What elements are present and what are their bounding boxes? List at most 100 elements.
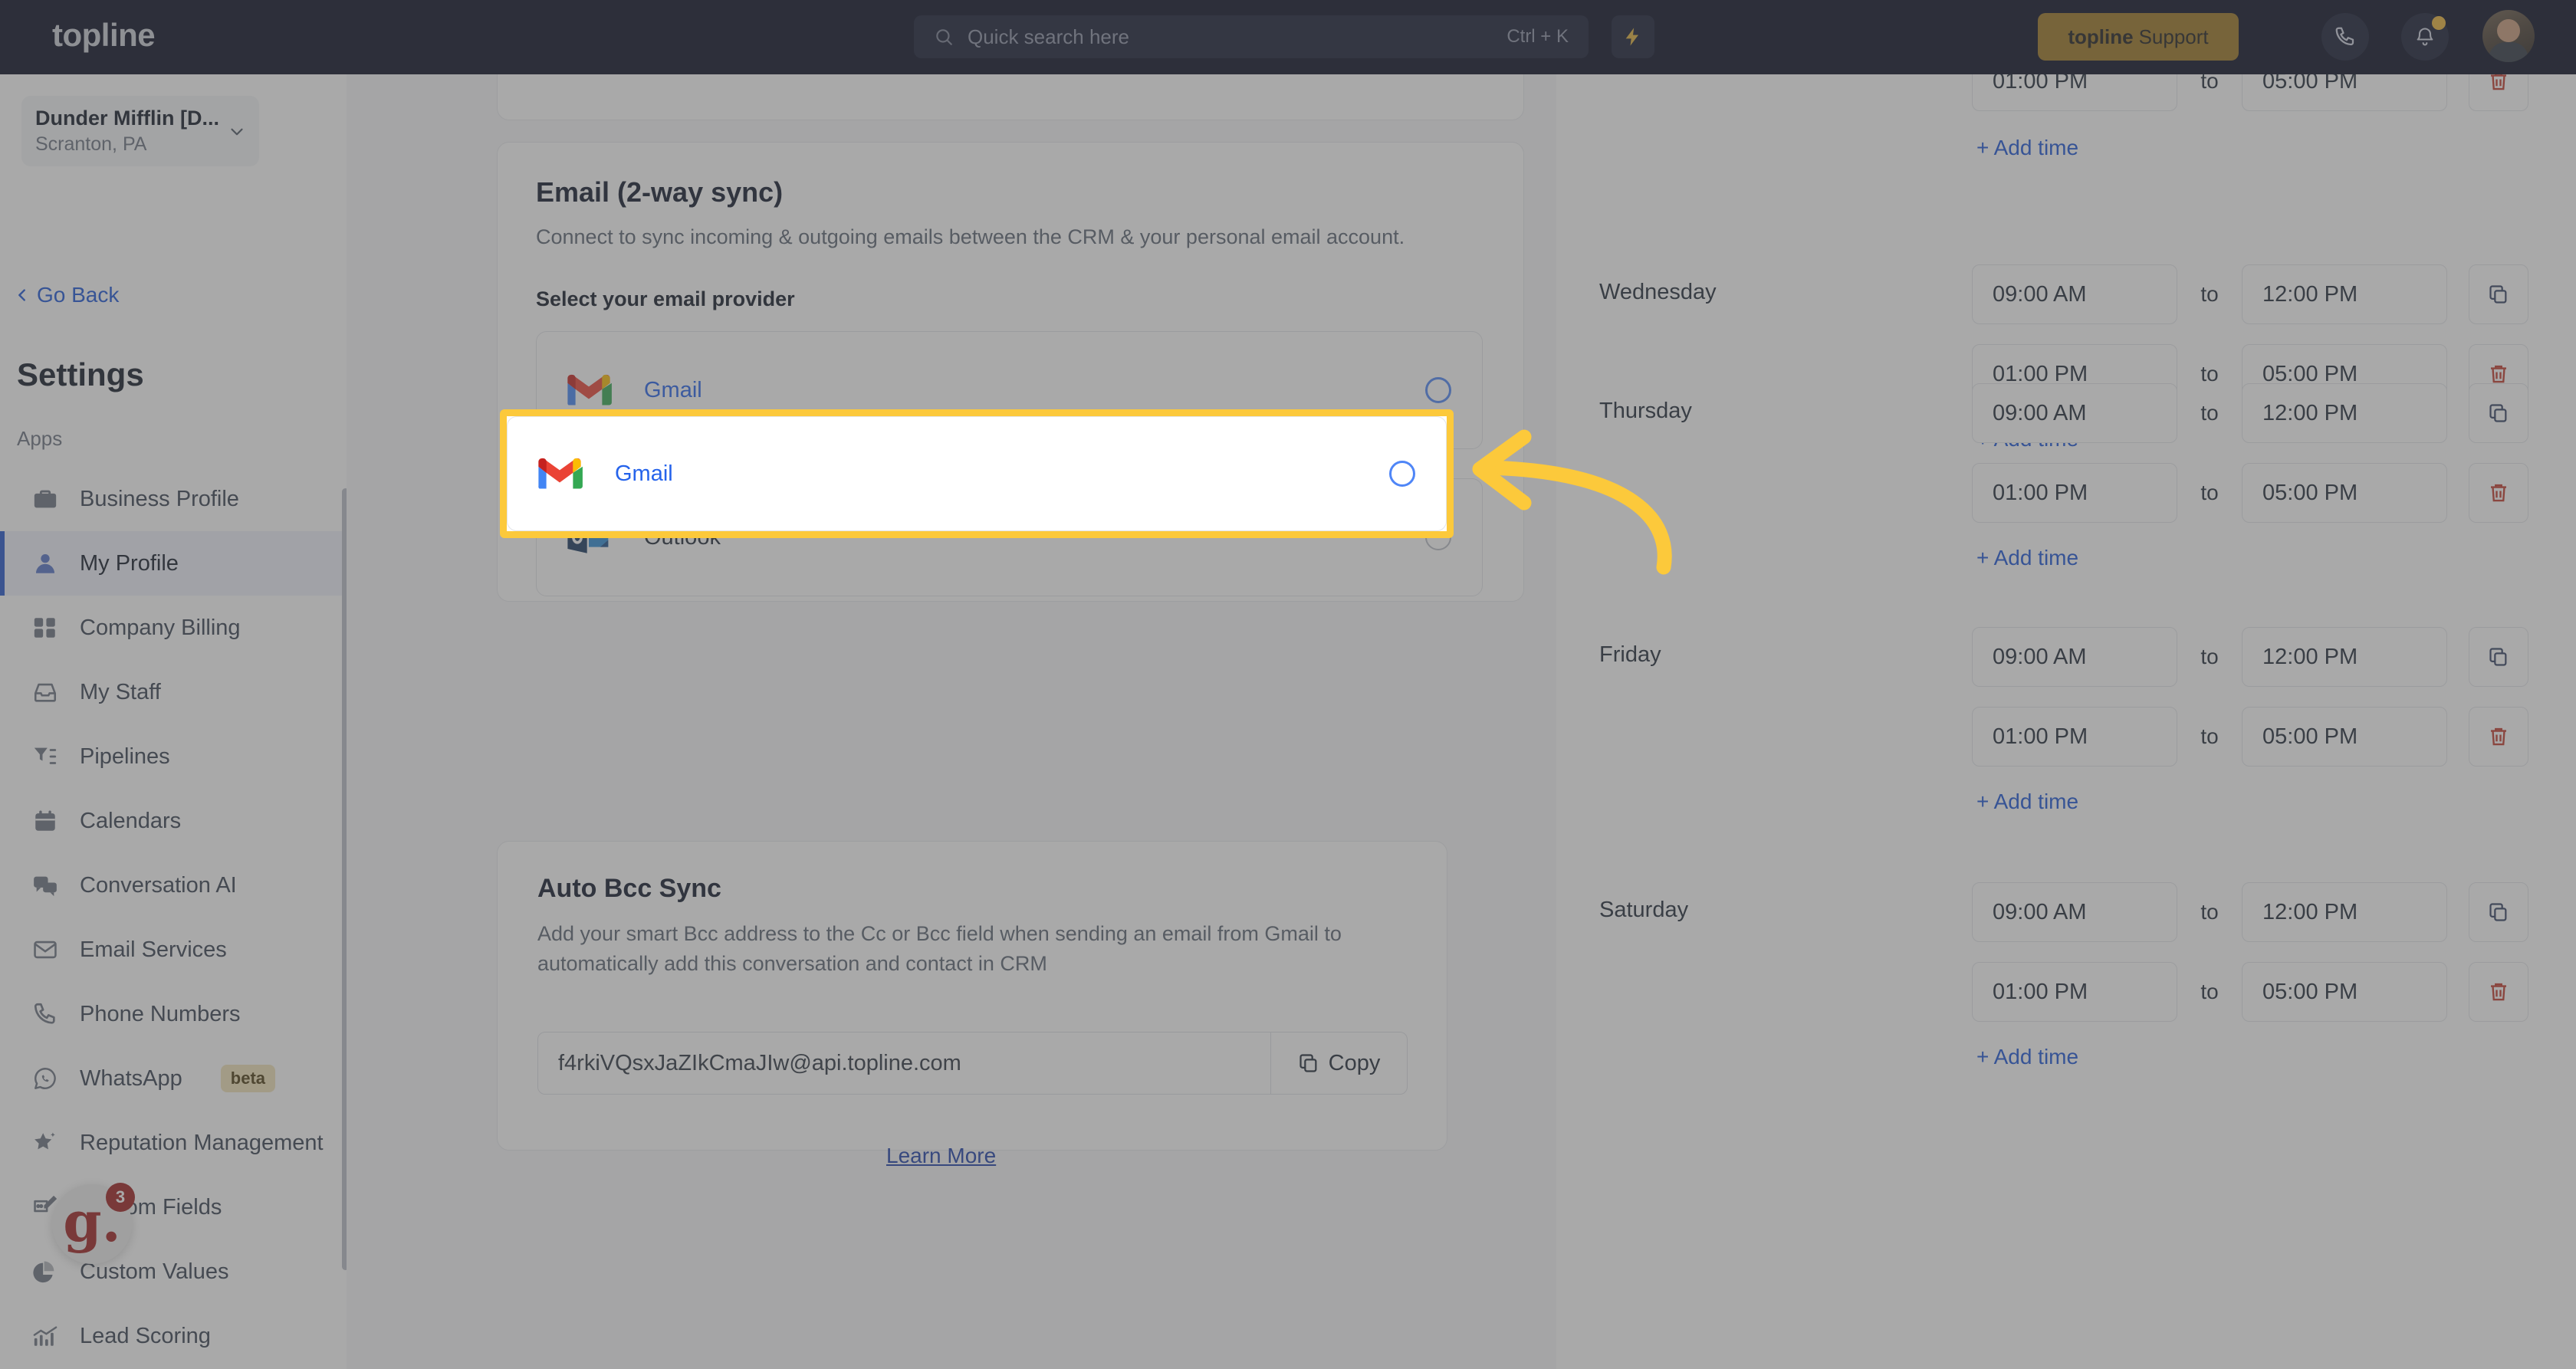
end-time-field[interactable]: 12:00 PM	[2242, 383, 2447, 443]
top-navigation-bar: topline Quick search here Ctrl + K topli…	[0, 0, 2576, 74]
start-time-field[interactable]: 01:00 PM	[1972, 463, 2177, 523]
time-row: 01:00 PM to 05:00 PM	[1972, 707, 2528, 767]
copy-label: Copy	[1328, 1050, 1381, 1075]
end-time-field[interactable]: 05:00 PM	[2242, 463, 2447, 523]
app-logo[interactable]: topline	[52, 17, 156, 54]
duplicate-time-button[interactable]	[2469, 264, 2528, 324]
start-time-field[interactable]: 09:00 AM	[1972, 383, 2177, 443]
duplicate-time-button[interactable]	[2469, 627, 2528, 687]
support-brand-text: topline	[2068, 25, 2134, 48]
end-time-field[interactable]: 05:00 PM	[2242, 707, 2447, 767]
org-switcher[interactable]: Dunder Mifflin [D... Scranton, PA	[21, 96, 259, 166]
to-label: to	[2200, 481, 2219, 504]
end-time-field[interactable]: 12:00 PM	[2242, 882, 2447, 942]
go-back-label: Go Back	[37, 283, 120, 307]
end-time-field[interactable]: 05:00 PM	[2242, 74, 2447, 111]
provider-radio-gmail[interactable]	[1389, 461, 1415, 487]
sidebar-item-conversation-ai[interactable]: Conversation AI	[0, 853, 347, 918]
sidebar-item-label: Business Profile	[80, 486, 239, 511]
end-time-field[interactable]: 05:00 PM	[2242, 962, 2447, 1022]
provider-radio-gmail[interactable]	[1425, 377, 1451, 404]
bcc-address-field[interactable]: f4rkiVQsxJaZIkCmaJIw@api.topline.com	[538, 1032, 1270, 1094]
start-time-field[interactable]: 01:00 PM	[1972, 74, 2177, 111]
add-time-button[interactable]: + Add time	[1976, 790, 2078, 814]
avatar[interactable]	[2482, 10, 2535, 62]
sidebar-item-whatsapp[interactable]: WhatsApp beta	[0, 1046, 347, 1111]
duplicate-time-button[interactable]	[2469, 383, 2528, 443]
sidebar-item-my-staff[interactable]: My Staff	[0, 660, 347, 724]
add-time-button[interactable]: + Add time	[1976, 546, 2078, 570]
sidebar-item-email-services[interactable]: Email Services	[0, 918, 347, 982]
org-name: Dunder Mifflin [D...	[35, 107, 219, 130]
sidebar-item-business-profile[interactable]: Business Profile	[0, 467, 347, 531]
chevron-left-icon	[18, 289, 25, 301]
add-time-button[interactable]: + Add time	[1976, 136, 2078, 160]
sidebar-item-company-billing[interactable]: Company Billing	[0, 596, 347, 660]
email-card-title: Email (2-way sync)	[536, 176, 784, 208]
sidebar-item-my-profile[interactable]: My Profile	[0, 531, 347, 596]
start-time-field[interactable]: 09:00 AM	[1972, 264, 2177, 324]
bcc-card-description: Add your smart Bcc address to the Cc or …	[537, 922, 1342, 976]
go-back-button[interactable]: Go Back	[14, 283, 119, 307]
status-badge: beta	[220, 1065, 276, 1092]
quick-actions-button[interactable]	[1612, 15, 1654, 58]
email-card-subtitle: Connect to sync incoming & outgoing emai…	[536, 225, 1405, 248]
sidebar-item-label: Email Services	[80, 937, 227, 962]
sidebar-scrollbar[interactable]	[342, 488, 347, 1270]
sidebar-item-phone-numbers[interactable]: Phone Numbers	[0, 982, 347, 1046]
end-time-field[interactable]: 12:00 PM	[2242, 264, 2447, 324]
to-label: to	[2200, 724, 2219, 748]
add-time-button[interactable]: + Add time	[1976, 1045, 2078, 1069]
phone-icon	[34, 1003, 55, 1024]
sidebar-item-label: Calendars	[80, 808, 182, 833]
support-chat-widget[interactable]: g. 3	[52, 1183, 135, 1264]
sidebar-item-label: Company Billing	[80, 615, 241, 640]
day-label: Friday	[1599, 642, 1661, 667]
delete-time-button[interactable]	[2469, 707, 2528, 767]
calculator-icon	[34, 618, 55, 638]
provider-section-label: Select your email provider	[536, 287, 795, 311]
bell-icon	[2417, 28, 2433, 46]
briefcase-icon	[34, 490, 57, 508]
start-time-field[interactable]: 09:00 AM	[1972, 627, 2177, 687]
start-time-field[interactable]: 09:00 AM	[1972, 882, 2177, 942]
day-label: Wednesday	[1599, 280, 1717, 304]
delete-time-button[interactable]	[2469, 74, 2528, 111]
sidebar-item-reputation-management[interactable]: Reputation Management	[0, 1111, 347, 1175]
time-row: 09:00 AM to 12:00 PM	[1972, 882, 2528, 942]
availability-panel: 01:00 PM to 05:00 PM + Add time Wednesda…	[1556, 74, 2576, 1369]
sidebar-item-pipelines[interactable]: Pipelines	[0, 724, 347, 789]
sidebar-item-calendars[interactable]: Calendars	[0, 789, 347, 853]
sidebar-item-label: Pipelines	[80, 744, 170, 769]
gmail-logo-icon	[567, 374, 612, 405]
to-label: to	[2200, 900, 2219, 924]
highlighted-provider-option-gmail[interactable]: Gmail	[507, 416, 1447, 531]
start-time-field[interactable]: 01:00 PM	[1972, 962, 2177, 1022]
duplicate-time-button[interactable]	[2469, 882, 2528, 942]
search-icon	[936, 29, 952, 45]
notification-indicator-dot	[2432, 16, 2446, 30]
sidebar-item-custom-values[interactable]: Custom Values	[0, 1239, 347, 1304]
chat-icon	[34, 876, 57, 897]
learn-more-link[interactable]: Learn More	[886, 1144, 996, 1168]
card-above-partial	[497, 74, 1524, 120]
phone-button[interactable]	[2321, 13, 2369, 61]
copy-icon	[2489, 285, 2507, 304]
delete-time-button[interactable]	[2469, 962, 2528, 1022]
trash-icon	[2491, 365, 2506, 383]
support-button[interactable]: topline Support	[2038, 13, 2239, 61]
search-input[interactable]: Quick search here Ctrl + K	[914, 15, 1589, 58]
main-content: Email (2-way sync) Connect to sync incom…	[347, 74, 2576, 1369]
time-row: 09:00 AM to 12:00 PM	[1972, 627, 2528, 687]
to-label: to	[2200, 74, 2219, 93]
sidebar-nav-list: Business Profile My Profile Company Bill…	[0, 467, 347, 1369]
support-label: Support	[2138, 25, 2209, 48]
end-time-field[interactable]: 12:00 PM	[2242, 627, 2447, 687]
to-label: to	[2200, 401, 2219, 425]
sidebar-item-lead-scoring[interactable]: Lead Scoring	[0, 1304, 347, 1368]
start-time-field[interactable]: 01:00 PM	[1972, 707, 2177, 767]
sidebar-item-label: Conversation AI	[80, 872, 237, 898]
notifications-button[interactable]	[2401, 13, 2449, 61]
copy-bcc-address-button[interactable]: Copy	[1270, 1032, 1407, 1094]
delete-time-button[interactable]	[2469, 463, 2528, 523]
